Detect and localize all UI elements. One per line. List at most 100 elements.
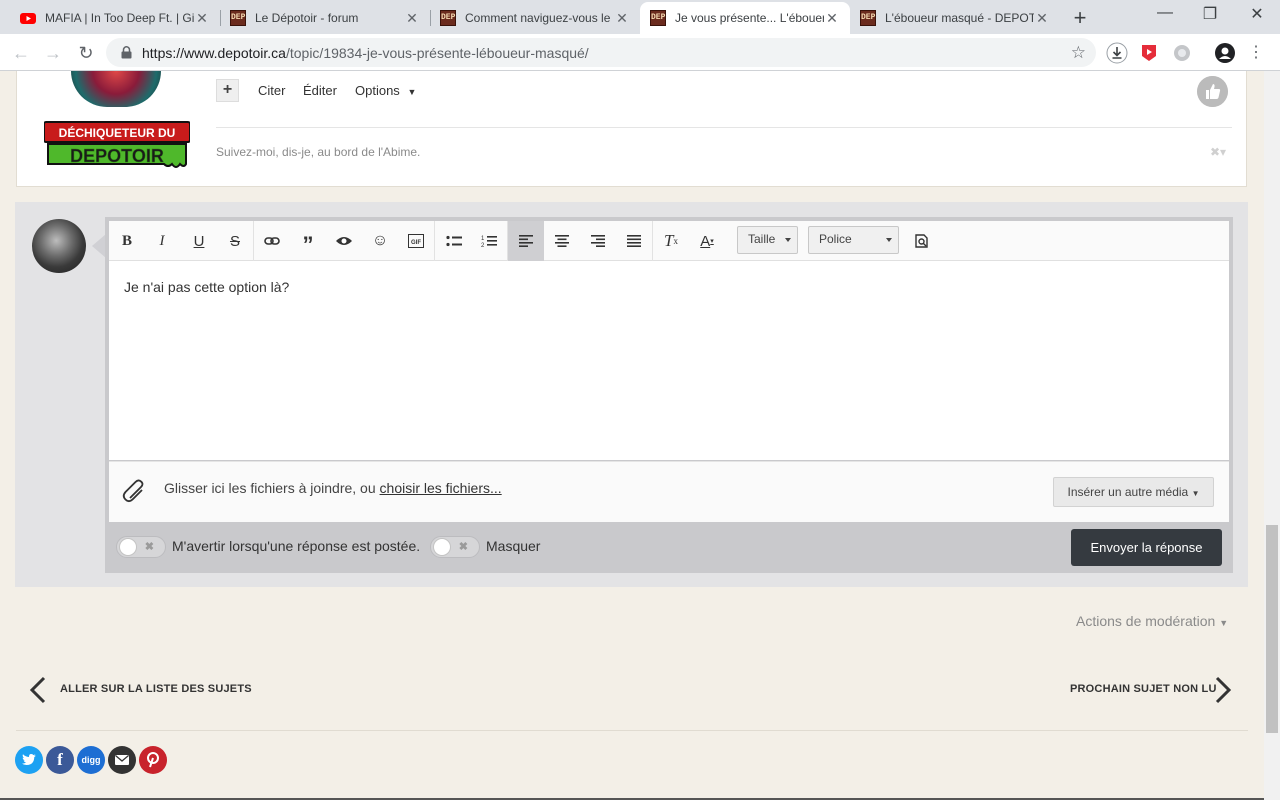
badge-line2: DEPOTOIR bbox=[70, 146, 164, 166]
tab-title: Je vous présente... L'ébouer bbox=[675, 11, 824, 25]
toggle-knob bbox=[433, 538, 451, 556]
toggle-off-icon: ✖ bbox=[144, 541, 154, 553]
svg-text:1: 1 bbox=[481, 236, 485, 242]
notify-toggle[interactable]: ✖ bbox=[116, 536, 166, 558]
tab-je-vous-presente[interactable]: DEP Je vous présente... L'ébouer ✕ bbox=[640, 2, 850, 34]
align-right-icon[interactable] bbox=[580, 221, 616, 261]
extension-gray-icon[interactable] bbox=[1171, 42, 1193, 64]
font-family-select[interactable]: Police bbox=[808, 226, 899, 254]
attachment-text: Glisser ici les fichiers à joindre, ou bbox=[164, 480, 380, 496]
minimize-icon[interactable]: — bbox=[1145, 4, 1185, 22]
insert-media-button[interactable]: Insérer un autre média ▼ bbox=[1053, 477, 1214, 507]
scrollbar-thumb[interactable] bbox=[1266, 525, 1278, 733]
close-tab-icon[interactable]: ✕ bbox=[1034, 10, 1050, 27]
align-left-icon[interactable] bbox=[508, 221, 544, 261]
caret-down-icon: ▼ bbox=[1219, 618, 1229, 628]
hide-label: Masquer bbox=[486, 538, 541, 554]
preview-icon[interactable] bbox=[904, 221, 940, 261]
post-divider bbox=[216, 127, 1232, 128]
caret-down-icon bbox=[785, 238, 791, 242]
quote-icon[interactable]: ” bbox=[290, 221, 326, 261]
new-tab-button[interactable]: + bbox=[1068, 5, 1092, 31]
email-icon[interactable] bbox=[108, 746, 136, 774]
chevron-left-icon[interactable] bbox=[28, 676, 48, 704]
depotoir-icon: DEP bbox=[440, 10, 456, 26]
user-avatar[interactable] bbox=[32, 219, 86, 273]
caret-down-icon bbox=[886, 238, 892, 242]
facebook-icon[interactable]: f bbox=[46, 746, 74, 774]
submit-reply-button[interactable]: Envoyer la réponse bbox=[1071, 529, 1222, 566]
tab-depotoir-forum[interactable]: DEP Le Dépotoir - forum ✕ bbox=[220, 2, 430, 34]
close-tab-icon[interactable]: ✕ bbox=[614, 10, 630, 27]
align-justify-icon[interactable] bbox=[616, 221, 652, 261]
choose-files-link[interactable]: choisir les fichiers... bbox=[380, 480, 502, 496]
font-size-select[interactable]: Taille bbox=[737, 226, 798, 254]
hide-toggle[interactable]: ✖ bbox=[430, 536, 480, 558]
menu-kebab-icon[interactable]: ⋮ bbox=[1243, 40, 1269, 66]
numbered-list-icon[interactable]: 12 bbox=[471, 221, 507, 261]
lock-icon bbox=[121, 46, 132, 59]
browser-toolbar: ← → ↻ https://www.depotoir.ca/topic/1983… bbox=[0, 34, 1280, 71]
gif-icon[interactable]: GIF bbox=[398, 221, 434, 261]
link-icon[interactable] bbox=[254, 221, 290, 261]
chevron-right-icon[interactable] bbox=[1213, 676, 1233, 704]
download-icon[interactable] bbox=[1106, 42, 1128, 64]
quote-button[interactable]: Citer bbox=[258, 83, 285, 98]
previous-post-card bbox=[16, 71, 1247, 187]
multiquote-button[interactable]: + bbox=[216, 79, 239, 102]
close-tab-icon[interactable]: ✕ bbox=[194, 10, 210, 27]
next-unread-link[interactable]: PROCHAIN SUJET NON LU bbox=[1070, 683, 1217, 695]
url-path: /topic/19834-je-vous-présente-léboueur-m… bbox=[285, 45, 589, 61]
hide-signature-icon[interactable]: ✖▾ bbox=[1210, 145, 1226, 159]
moderation-actions-label: Actions de modération bbox=[1076, 613, 1216, 629]
forward-arrow-icon[interactable]: → bbox=[40, 40, 66, 66]
tab-eboueur-masque[interactable]: DEP L'éboueur masqué - DEPOT ✕ bbox=[850, 2, 1060, 34]
extension-play-icon[interactable] bbox=[1138, 42, 1160, 64]
back-arrow-icon[interactable]: ← bbox=[8, 40, 34, 66]
reload-icon[interactable]: ↻ bbox=[73, 40, 99, 66]
edit-button[interactable]: Éditer bbox=[303, 83, 337, 98]
dechiqueteur-badge-image: DÉCHIQUETEUR DU DEPOTOIR bbox=[44, 121, 190, 168]
toolbar-separator bbox=[434, 221, 435, 261]
digg-icon[interactable]: digg bbox=[77, 746, 105, 774]
tab-youtube[interactable]: MAFIA | In Too Deep Ft. | Gi ✕ bbox=[10, 2, 220, 34]
profile-avatar-icon[interactable] bbox=[1214, 42, 1236, 64]
restore-icon[interactable]: ❐ bbox=[1190, 4, 1230, 24]
caret-down-icon: ▼ bbox=[1191, 489, 1200, 498]
close-tab-icon[interactable]: ✕ bbox=[824, 10, 840, 27]
tab-title: Comment naviguez-vous le bbox=[465, 11, 611, 25]
editor-toolbar: B I U S ” ☺ GIF 12 Tx A ▾ Taille Police bbox=[109, 221, 1229, 261]
strikethrough-icon[interactable]: S bbox=[217, 221, 253, 261]
underline-icon[interactable]: U bbox=[181, 221, 217, 261]
font-family-select-label: Police bbox=[819, 232, 852, 246]
close-window-icon[interactable]: ✕ bbox=[1237, 4, 1277, 24]
eye-spoiler-icon[interactable] bbox=[326, 221, 362, 261]
url-host: https://www.depotoir.ca bbox=[142, 45, 286, 61]
text-color-icon[interactable]: A ▾ bbox=[689, 221, 725, 261]
moderation-actions-button[interactable]: Actions de modération ▼ bbox=[1076, 613, 1228, 629]
italic-icon[interactable]: I bbox=[144, 221, 180, 261]
bold-icon[interactable]: B bbox=[109, 221, 145, 261]
tab-title: L'éboueur masqué - DEPOT bbox=[885, 11, 1034, 25]
align-center-icon[interactable] bbox=[544, 221, 580, 261]
topic-list-link[interactable]: ALLER SUR LA LISTE DES SUJETS bbox=[60, 683, 252, 695]
tab-comment-naviguez[interactable]: DEP Comment naviguez-vous le ✕ bbox=[430, 2, 640, 34]
pinterest-icon[interactable] bbox=[139, 746, 167, 774]
close-tab-icon[interactable]: ✕ bbox=[404, 10, 420, 27]
thumbs-up-icon[interactable] bbox=[1197, 76, 1228, 107]
editor-content[interactable]: Je n'ai pas cette option là? bbox=[124, 279, 289, 295]
twitter-icon[interactable] bbox=[15, 746, 43, 774]
depotoir-icon: DEP bbox=[650, 10, 666, 26]
clear-format-icon[interactable]: Tx bbox=[653, 221, 689, 261]
bullet-list-icon[interactable] bbox=[436, 221, 472, 261]
toggle-knob bbox=[119, 538, 137, 556]
svg-text:2: 2 bbox=[481, 243, 485, 248]
depotoir-icon: DEP bbox=[230, 10, 246, 26]
address-bar[interactable]: https://www.depotoir.ca/topic/19834-je-v… bbox=[106, 38, 1096, 67]
bookmark-star-icon[interactable]: ☆ bbox=[1071, 43, 1086, 63]
paperclip-icon bbox=[122, 479, 144, 503]
insert-media-label: Insérer un autre média bbox=[1067, 485, 1189, 499]
options-button[interactable]: Options ▼ bbox=[355, 83, 416, 98]
emoji-icon[interactable]: ☺ bbox=[362, 221, 398, 261]
tab-title: Le Dépotoir - forum bbox=[255, 11, 359, 25]
